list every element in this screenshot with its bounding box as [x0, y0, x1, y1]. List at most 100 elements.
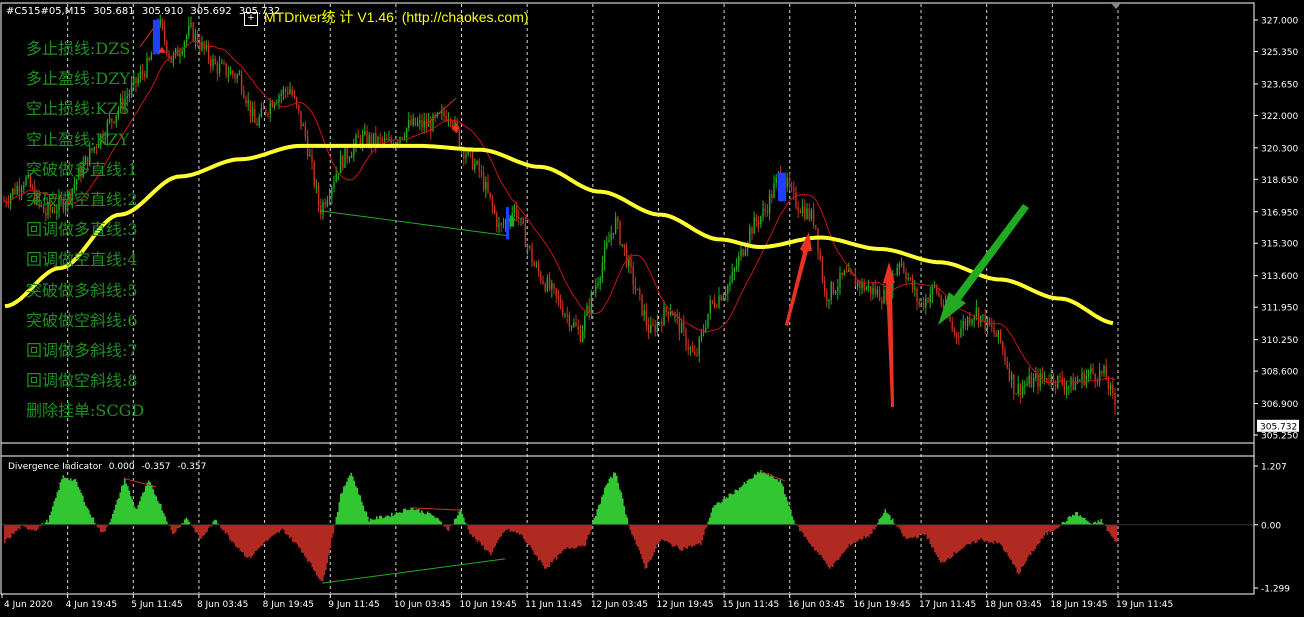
- symbol-header: #C515#05,M15 305.681 305.910 305.692 305…: [6, 6, 284, 17]
- histogram-bar: [139, 501, 141, 525]
- histogram-bar: [145, 485, 147, 525]
- candle-body: [247, 100, 249, 104]
- candle-body: [566, 314, 568, 316]
- histogram-bar: [532, 524, 534, 551]
- candle-body: [333, 181, 335, 187]
- histogram-bar: [911, 524, 914, 539]
- candle-body: [500, 223, 502, 225]
- candle-body: [542, 280, 544, 284]
- histogram-bar: [1076, 511, 1079, 525]
- candle-body: [212, 58, 214, 67]
- histogram-bar: [395, 512, 398, 525]
- histogram-bar: [536, 524, 539, 557]
- histogram-bar: [596, 509, 599, 525]
- histogram-bar: [484, 524, 486, 550]
- candle-body: [535, 265, 538, 267]
- histogram-bar: [970, 524, 972, 545]
- histogram-bar: [950, 524, 953, 558]
- histogram-bar: [332, 524, 335, 534]
- histogram-bar: [1084, 517, 1086, 525]
- histogram-bar: [868, 524, 870, 537]
- histogram-bar: [811, 524, 813, 547]
- histogram-bar: [580, 524, 582, 547]
- time-tick-label: 18 Jun 19:45: [1050, 600, 1107, 610]
- histogram-bar: [437, 518, 440, 525]
- histogram-bar: [731, 494, 734, 525]
- histogram-bar: [245, 524, 248, 558]
- histogram-bar: [704, 524, 707, 529]
- histogram-bar: [251, 524, 254, 556]
- candle-body: [698, 337, 700, 355]
- histogram-bar: [620, 492, 623, 525]
- histogram-bar: [1001, 524, 1004, 547]
- histogram-bar: [263, 524, 266, 543]
- histogram-bar: [829, 524, 831, 569]
- histogram-bar: [11, 524, 14, 534]
- candle-body: [223, 62, 225, 64]
- histogram-bar: [946, 524, 948, 560]
- candle-body: [190, 23, 192, 26]
- time-tick-label: 8 Jun 19:45: [263, 600, 314, 610]
- histogram-bar: [1025, 524, 1028, 562]
- histogram-bar: [971, 524, 974, 542]
- time-tick-label: 4 Jun 2020: [4, 600, 53, 610]
- candle-body: [267, 113, 269, 115]
- brand-banner[interactable]: + MTDriver统 计 V1.46 (http://chaokes.com): [244, 7, 529, 27]
- histogram-bar: [1108, 524, 1110, 532]
- histogram-bar: [269, 524, 272, 538]
- candle-body: [493, 206, 496, 214]
- histogram-bar: [1048, 524, 1050, 532]
- trading-chart[interactable]: 327.000 325.350 323.650 322.000 320.300 318.6…: [0, 0, 1304, 617]
- histogram-bar: [16, 524, 18, 532]
- price-tick-label: 323.650: [1261, 80, 1298, 90]
- candle-body: [1021, 386, 1024, 396]
- candle-body: [718, 295, 720, 307]
- candle-body: [258, 116, 260, 126]
- histogram-bar: [518, 524, 521, 535]
- histogram-bar: [1079, 515, 1082, 525]
- candle-body: [986, 317, 989, 330]
- histogram-bar: [430, 513, 432, 525]
- candle-body: [795, 191, 797, 208]
- candle-body: [896, 267, 898, 275]
- histogram-bar: [614, 472, 617, 525]
- histogram-bar: [407, 510, 410, 525]
- price-tick-label: 310.250: [1261, 336, 1298, 346]
- candle-body: [645, 310, 648, 325]
- candle-body: [878, 289, 881, 301]
- histogram-bar: [680, 524, 683, 551]
- candle-body: [1050, 374, 1052, 383]
- histogram-bar: [554, 524, 557, 558]
- histogram-bar: [892, 518, 894, 525]
- brand-url[interactable]: (http://chaokes.com): [402, 9, 529, 25]
- histogram-bar: [929, 524, 932, 545]
- candle-body: [966, 317, 969, 326]
- histogram-bar: [247, 524, 249, 558]
- candle-body: [234, 74, 236, 79]
- histogram-bar: [623, 506, 626, 525]
- histogram-bar: [622, 498, 624, 525]
- candle-body: [757, 222, 760, 225]
- histogram-bar: [65, 478, 68, 525]
- price-tick-label: 322.000: [1261, 112, 1298, 122]
- candle-body: [20, 188, 23, 193]
- histogram-bar: [529, 524, 531, 546]
- plus-icon[interactable]: +: [244, 12, 258, 26]
- histogram-bar: [805, 524, 807, 537]
- candle-body: [995, 333, 997, 337]
- candle-body: [487, 181, 489, 193]
- histogram-bar: [289, 524, 291, 539]
- histogram-bar: [641, 524, 644, 560]
- histogram-bar: [848, 524, 851, 545]
- histogram-bar: [598, 505, 600, 525]
- candle-body: [474, 163, 476, 170]
- histogram-bar: [293, 524, 296, 543]
- candle-body: [282, 89, 285, 94]
- candle-body: [214, 58, 216, 64]
- histogram-bar: [500, 524, 503, 537]
- histogram-bar: [467, 524, 470, 530]
- histogram-bar: [113, 509, 116, 525]
- candle-body: [522, 217, 524, 224]
- histogram-bar: [46, 519, 48, 525]
- command-item: 多止损线:DZS: [26, 39, 131, 58]
